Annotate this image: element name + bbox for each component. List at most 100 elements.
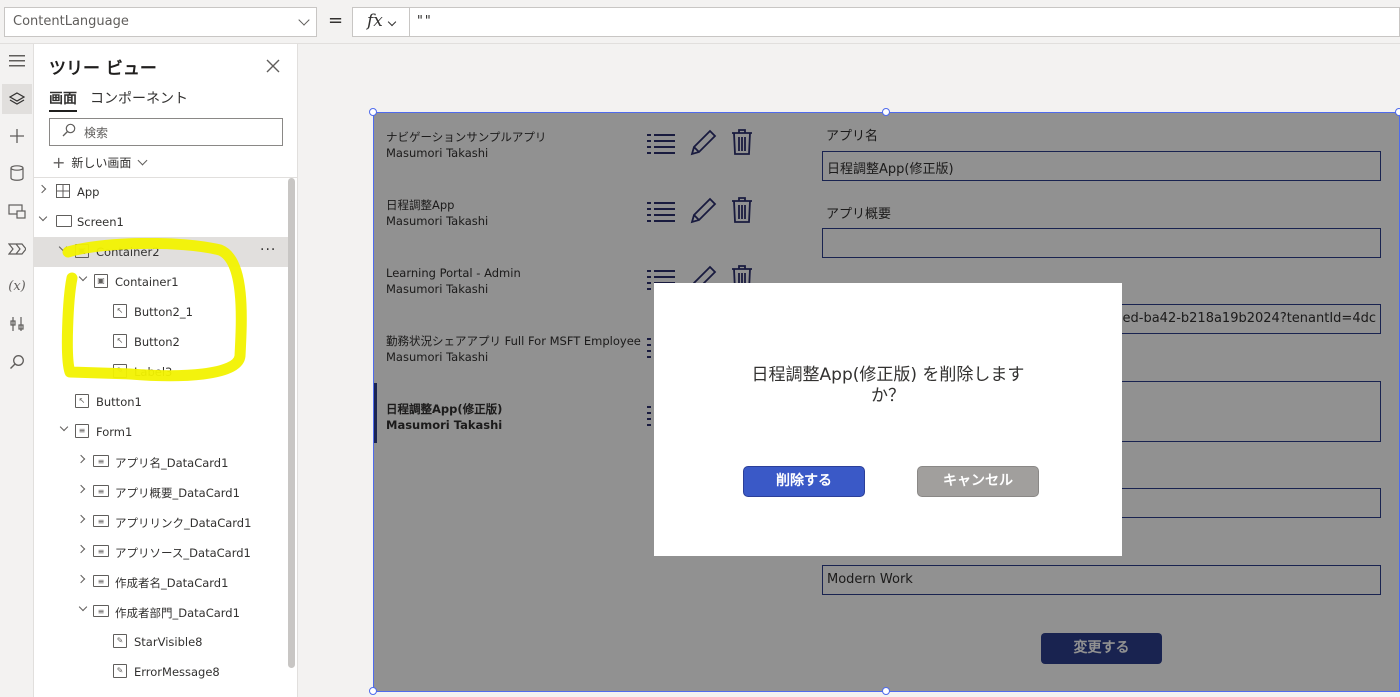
tree-item-datacard-department[interactable]: ≡ 作成者部門_DataCard1 bbox=[34, 597, 289, 627]
resize-handle[interactable] bbox=[369, 108, 377, 116]
app-screen[interactable]: ナビゲーションサンプルアプリ Masumori Takashi 日程調整App … bbox=[373, 112, 1400, 692]
fx-button[interactable]: fx bbox=[352, 7, 410, 37]
resize-handle[interactable] bbox=[369, 687, 377, 695]
more-options-icon[interactable]: ··· bbox=[260, 242, 276, 258]
tree-search-input[interactable]: 検索 bbox=[49, 118, 283, 146]
chevron-down-icon[interactable] bbox=[78, 272, 88, 282]
plus-insert-icon[interactable] bbox=[2, 121, 32, 151]
datacard-icon: ≡ bbox=[93, 605, 109, 617]
app-grid-icon bbox=[56, 184, 70, 198]
dialog-message-line: 日程調整App(修正版) を削除します bbox=[751, 365, 1025, 385]
tree-item-container1[interactable]: ▣ Container1 bbox=[34, 267, 289, 297]
design-canvas: ナビゲーションサンプルアプリ Masumori Takashi 日程調整App … bbox=[298, 44, 1400, 697]
tree-item-label: Button2_1 bbox=[134, 305, 193, 319]
cancel-button[interactable]: キャンセル bbox=[917, 466, 1039, 497]
tree-item-screen1[interactable]: Screen1 bbox=[34, 207, 289, 237]
tree-item-starvisible8[interactable]: ✎ StarVisible8 bbox=[34, 627, 289, 657]
layers-icon[interactable] bbox=[2, 84, 32, 114]
tree-item-label: Label3 bbox=[134, 365, 173, 379]
datacard-icon: ≡ bbox=[93, 515, 109, 527]
tree-item-label: Screen1 bbox=[77, 215, 124, 229]
chevron-right-icon[interactable] bbox=[76, 574, 86, 584]
new-screen-button[interactable]: + 新しい画面 bbox=[52, 153, 148, 172]
tab-components[interactable]: コンポーネント bbox=[90, 88, 188, 108]
chevron-down-icon[interactable] bbox=[78, 602, 88, 612]
tree-item-datacard-source[interactable]: ≡ アプリソース_DataCard1 bbox=[34, 537, 289, 567]
tree-item-container2[interactable]: ▣ Container2 ··· bbox=[34, 237, 289, 267]
chevron-down-icon bbox=[298, 14, 310, 26]
tree-item-label: StarVisible8 bbox=[134, 635, 203, 649]
tree-item-label: Container2 bbox=[96, 245, 160, 259]
tree-item-button2[interactable]: ↖ Button2 bbox=[34, 327, 289, 357]
delete-confirm-dialog: 日程調整App(修正版) を削除します か？ 削除する キャンセル bbox=[654, 283, 1122, 556]
datacard-icon: ≡ bbox=[93, 455, 109, 467]
tree-item-app[interactable]: App bbox=[34, 177, 289, 207]
left-rail: (x) bbox=[0, 44, 34, 697]
tree-item-button1[interactable]: ↖ Button1 bbox=[34, 387, 289, 417]
container-icon: ▣ bbox=[94, 274, 108, 288]
search-placeholder: 検索 bbox=[84, 126, 109, 140]
chevron-right-icon[interactable] bbox=[76, 544, 86, 554]
media-icon[interactable] bbox=[2, 196, 32, 226]
screen-icon bbox=[56, 215, 72, 227]
resize-handle[interactable] bbox=[1395, 108, 1400, 116]
equals-sign: = bbox=[328, 10, 344, 31]
tree-view-panel: ツリー ビュー 画面 コンポーネント 検索 + 新しい画面 App Screen1… bbox=[34, 44, 298, 697]
plus-icon: + bbox=[52, 153, 66, 172]
tree-item-label: 作成者部門_DataCard1 bbox=[115, 606, 240, 620]
tree-item-label: アプリ名_DataCard1 bbox=[115, 456, 229, 470]
tree-item-label: App bbox=[77, 185, 100, 199]
chevron-right-icon[interactable] bbox=[76, 454, 86, 464]
label-edit-icon: ✎ bbox=[113, 634, 127, 648]
tools-icon[interactable] bbox=[2, 309, 32, 339]
delete-button[interactable]: 削除する bbox=[743, 466, 865, 497]
datacard-icon: ≡ bbox=[93, 545, 109, 557]
new-screen-label: 新しい画面 bbox=[71, 156, 132, 170]
tree-item-errormessage8[interactable]: ✎ ErrorMessage8 bbox=[34, 657, 289, 687]
container-icon: ▣ bbox=[75, 244, 89, 258]
label-edit-icon: ✎ bbox=[113, 664, 127, 678]
chevron-down-icon[interactable] bbox=[59, 422, 69, 432]
tree-item-label: Form1 bbox=[96, 425, 133, 439]
chevron-right-icon[interactable] bbox=[76, 514, 86, 524]
fx-icon: fx bbox=[367, 11, 383, 31]
tree-item-datacard-link[interactable]: ≡ アプリリンク_DataCard1 bbox=[34, 507, 289, 537]
tree-item-label: アプリソース_DataCard1 bbox=[115, 546, 251, 560]
property-name: ContentLanguage bbox=[13, 14, 129, 29]
power-automate-icon[interactable] bbox=[2, 234, 32, 264]
data-cylinder-icon[interactable] bbox=[2, 158, 32, 188]
tree-item-label3[interactable]: ✎ Label3 bbox=[34, 357, 289, 387]
close-icon[interactable] bbox=[266, 54, 280, 78]
property-dropdown[interactable]: ContentLanguage bbox=[4, 7, 317, 37]
dialog-message-line: か？ bbox=[871, 386, 905, 406]
tree-item-button2-1[interactable]: ↖ Button2_1 bbox=[34, 297, 289, 327]
button-control-icon: ↖ bbox=[75, 394, 89, 408]
datacard-icon: ≡ bbox=[93, 485, 109, 497]
tree-item-form1[interactable]: ≡ Form1 bbox=[34, 417, 289, 447]
resize-handle[interactable] bbox=[882, 108, 890, 116]
tab-screens[interactable]: 画面 bbox=[49, 88, 77, 112]
tree-item-label: Button2 bbox=[134, 335, 180, 349]
chevron-down-icon[interactable] bbox=[58, 242, 68, 252]
chevron-right-icon[interactable] bbox=[76, 484, 86, 494]
resize-handle[interactable] bbox=[882, 687, 890, 695]
tree-item-label: Button1 bbox=[96, 395, 142, 409]
search-icon[interactable] bbox=[2, 347, 32, 377]
panel-title: ツリー ビュー bbox=[49, 59, 157, 79]
tree-item-datacard-appname[interactable]: ≡ アプリ名_DataCard1 bbox=[34, 447, 289, 477]
tree-item-datacard-summary[interactable]: ≡ アプリ概要_DataCard1 bbox=[34, 477, 289, 507]
search-icon bbox=[62, 123, 76, 141]
hamburger-menu-icon[interactable] bbox=[2, 46, 32, 76]
variables-icon[interactable]: (x) bbox=[2, 271, 32, 301]
form-icon: ≡ bbox=[75, 424, 89, 438]
button-control-icon: ↖ bbox=[113, 334, 127, 348]
chevron-down-icon bbox=[387, 17, 397, 27]
chevron-down-icon[interactable] bbox=[38, 212, 48, 222]
formula-input[interactable]: "" bbox=[410, 7, 1400, 37]
tree-item-label: アプリ概要_DataCard1 bbox=[115, 486, 240, 500]
tree-item-label: アプリリンク_DataCard1 bbox=[115, 516, 252, 530]
tree-item-datacard-author[interactable]: ≡ 作成者名_DataCard1 bbox=[34, 567, 289, 597]
tree-scrollbar[interactable] bbox=[288, 178, 295, 668]
chevron-right-icon[interactable] bbox=[37, 184, 47, 194]
dialog-message: 日程調整App(修正版) を削除します か？ bbox=[714, 365, 1062, 407]
